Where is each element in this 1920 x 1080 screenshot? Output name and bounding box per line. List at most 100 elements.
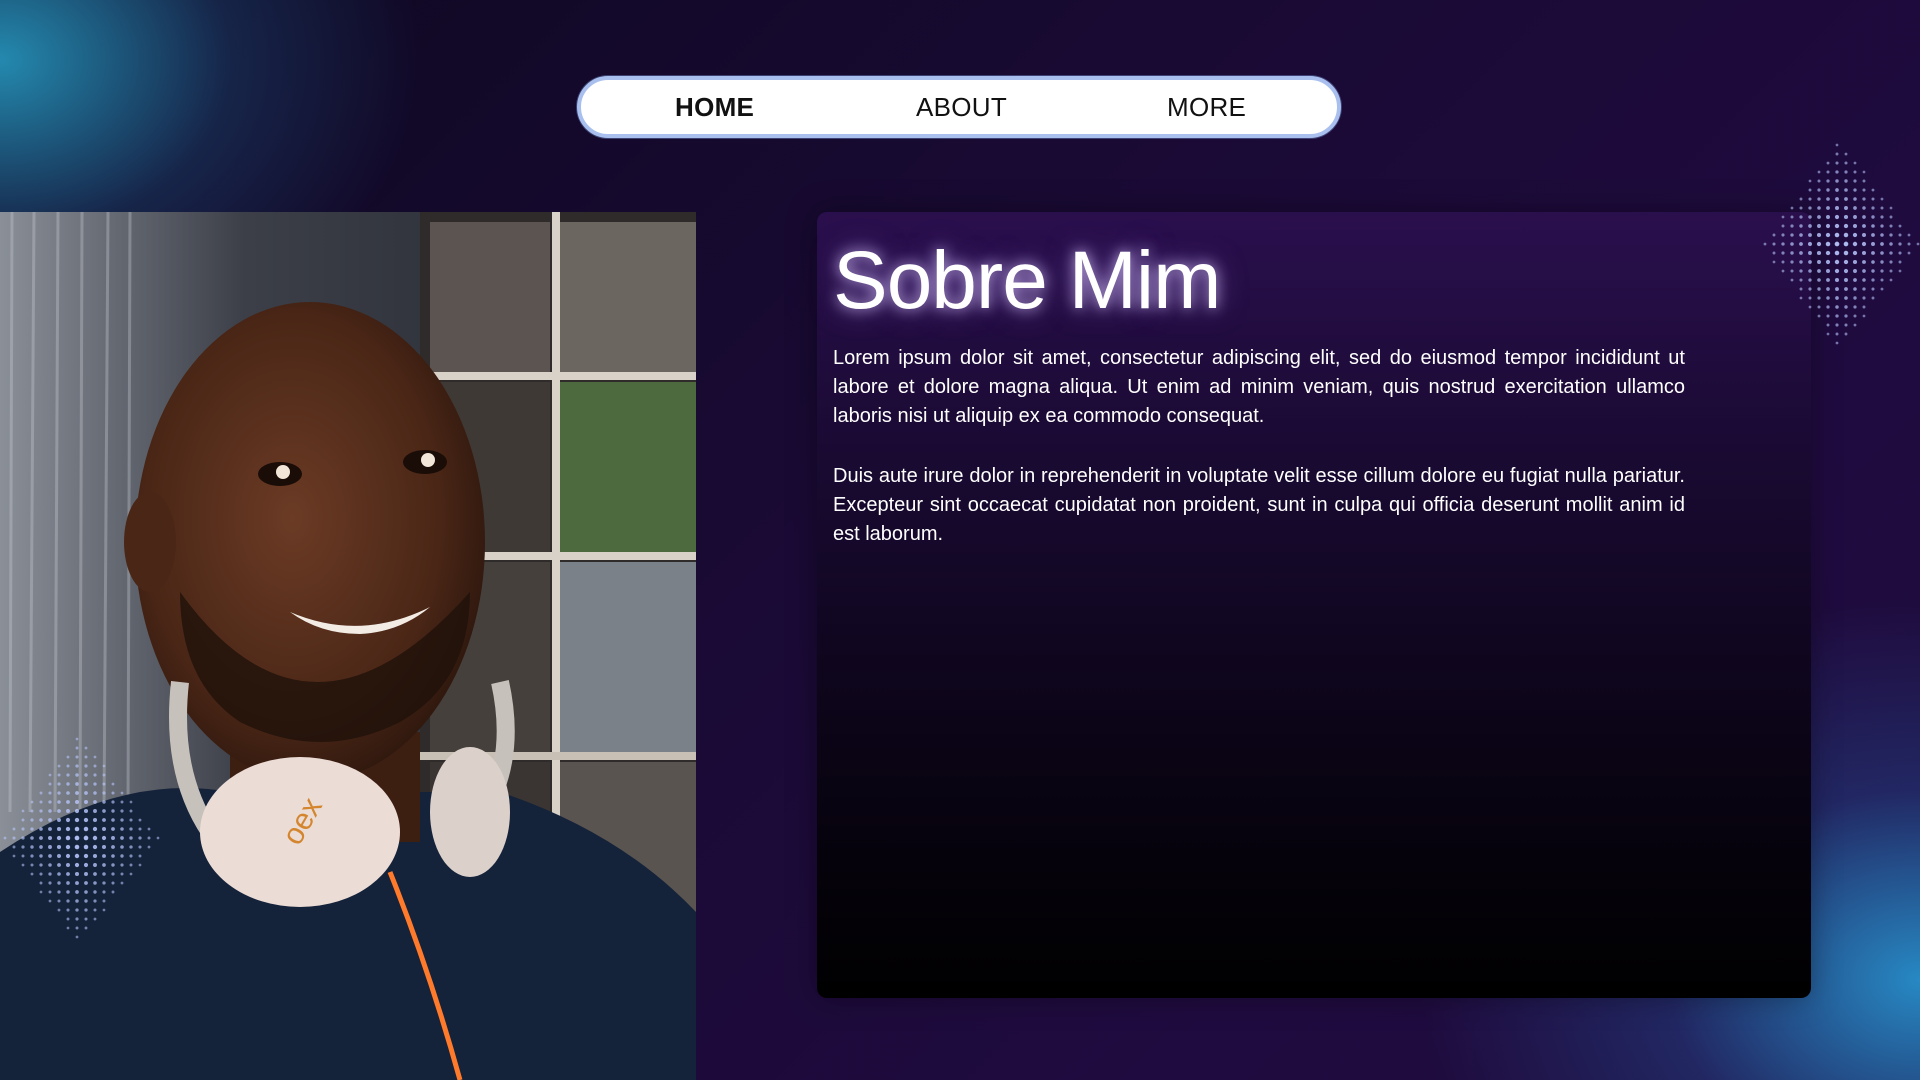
decoration-dot (21, 863, 25, 867)
decoration-dot (21, 818, 25, 822)
decoration-dot (1835, 341, 1839, 345)
decoration-dot (93, 755, 97, 759)
decoration-dot (102, 791, 106, 795)
decoration-dot (1843, 268, 1849, 274)
decoration-dot (75, 917, 79, 921)
decoration-dot (74, 817, 80, 823)
decoration-dot (1826, 323, 1830, 327)
decoration-dot (1844, 179, 1848, 183)
decoration-dot (48, 854, 52, 858)
decoration-dot (1916, 242, 1920, 246)
decoration-dot (84, 917, 88, 921)
decoration-dot (102, 818, 106, 822)
nav-home-link[interactable]: HOME (675, 80, 754, 134)
decoration-dot (1790, 278, 1794, 282)
decoration-dot (1852, 241, 1858, 247)
decoration-dot (120, 809, 124, 813)
decoration-dot (1844, 305, 1848, 309)
nav-about-link[interactable]: ABOUT (916, 80, 1007, 134)
decoration-dot (39, 800, 43, 804)
decoration-dot (56, 835, 62, 841)
decoration-dot (1826, 179, 1830, 183)
decoration-dot (138, 827, 142, 831)
decoration-dot (57, 818, 61, 822)
decoration-dot (1817, 305, 1821, 309)
decoration-dot (93, 773, 97, 777)
decoration-dot (39, 836, 43, 840)
decoration-dot (1834, 268, 1840, 274)
decoration-dot (129, 827, 133, 831)
decoration-dot (138, 836, 142, 840)
decoration-dot (102, 863, 106, 867)
decoration-dot (1816, 232, 1822, 238)
decoration-dot (1889, 215, 1893, 219)
decoration-dot (57, 854, 61, 858)
decoration-dot (66, 773, 70, 777)
decoration-dot (1826, 161, 1830, 165)
decoration-dot (1772, 242, 1776, 246)
decoration-dot (102, 908, 106, 912)
decoration-dot (1844, 287, 1848, 291)
decoration-dot (1808, 260, 1812, 264)
decoration-dot (1844, 314, 1848, 318)
decoration-dot (120, 791, 124, 795)
decoration-dot (1790, 233, 1794, 237)
decoration-dot (1826, 296, 1830, 300)
decoration-dot (74, 844, 80, 850)
decoration-dot (1871, 206, 1875, 210)
decoration-dot (66, 782, 70, 786)
decoration-dot (75, 755, 79, 759)
decoration-dot (48, 791, 52, 795)
decoration-dot (1907, 251, 1911, 255)
about-paragraph-2: Duis aute irure dolor in reprehenderit i… (833, 465, 1685, 545)
decoration-dot (74, 826, 80, 832)
decoration-dot (1808, 179, 1812, 183)
decoration-dot (75, 737, 79, 741)
decoration-dot (1817, 269, 1821, 273)
decoration-dot (1862, 224, 1866, 228)
decoration-dot (138, 818, 142, 822)
decoration-dot (1853, 170, 1857, 174)
decoration-dot (1871, 215, 1875, 219)
decoration-dot (1844, 188, 1848, 192)
decoration-dot (1853, 206, 1857, 210)
decoration-dot (1852, 250, 1858, 256)
decoration-dot (1808, 188, 1812, 192)
decoration-dot (65, 853, 71, 859)
decoration-dot (102, 800, 106, 804)
decoration-dot (84, 872, 88, 876)
decoration-dot (1808, 269, 1812, 273)
about-card: Sobre Mim Lorem ipsum dolor sit amet, co… (817, 212, 1811, 998)
decoration-dot (1790, 215, 1794, 219)
decoration-dot (1844, 323, 1848, 327)
about-paragraph-1: Lorem ipsum dolor sit amet, consectetur … (833, 347, 1685, 427)
decoration-dot (1844, 206, 1848, 210)
decoration-dot (1834, 205, 1840, 211)
decoration-dot (1889, 233, 1893, 237)
decoration-dot (84, 791, 88, 795)
decoration-dot (48, 845, 52, 849)
decoration-dot (21, 836, 25, 840)
decoration-dot (1853, 197, 1857, 201)
decoration-dot (1880, 197, 1884, 201)
decoration-dot (1871, 242, 1875, 246)
decoration-dot (66, 863, 70, 867)
decoration-dot (1852, 223, 1858, 229)
decoration-dot (1852, 259, 1858, 265)
decoration-dot (147, 845, 151, 849)
decoration-dot (65, 826, 71, 832)
decoration-dot (75, 782, 79, 786)
decoration-dot (66, 764, 70, 768)
decoration-dot (1772, 260, 1776, 264)
decoration-dot (111, 800, 115, 804)
decoration-dot (1826, 314, 1830, 318)
decoration-dot (1861, 241, 1867, 247)
decoration-dot (147, 827, 151, 831)
decoration-dot (1835, 161, 1839, 165)
about-title: Sobre Mim (833, 235, 1221, 326)
decoration-dot (75, 935, 79, 939)
decoration-dot (1817, 278, 1821, 282)
decoration-dot (65, 844, 71, 850)
nav-more-link[interactable]: MORE (1167, 80, 1246, 134)
decoration-dot (75, 926, 79, 930)
